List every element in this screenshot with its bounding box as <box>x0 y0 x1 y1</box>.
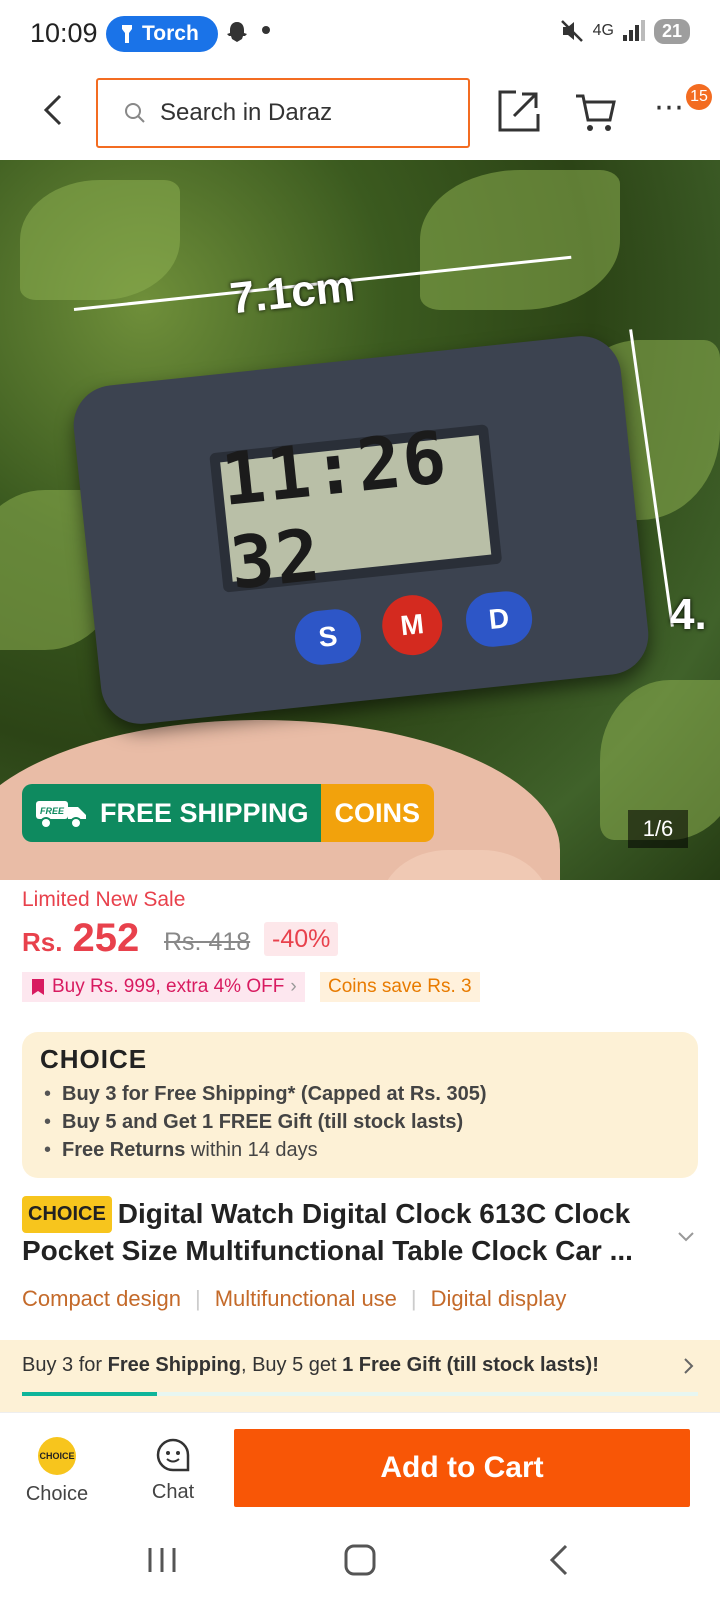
search-placeholder: Search in Daraz <box>160 99 333 126</box>
search-input[interactable]: Search in Daraz <box>96 78 470 148</box>
notification-dot <box>262 26 270 34</box>
current-price: Rs. 252 <box>22 916 139 961</box>
image-counter: 1/6 <box>628 810 688 848</box>
search-icon <box>125 103 145 123</box>
back-arrow-icon[interactable] <box>34 90 74 130</box>
coins-label: COINS <box>320 784 435 842</box>
voucher-text: Buy Rs. 999, extra 4% OFF <box>52 976 285 997</box>
clock-device: 11:26 32 S M D <box>69 332 653 728</box>
status-bar: 10:09 Torch 4G 21 <box>0 0 720 68</box>
recent-apps-icon[interactable] <box>142 1542 182 1578</box>
free-shipping-label: FREE SHIPPING <box>100 797 309 828</box>
discount-badge: -40% <box>264 922 339 956</box>
torch-pill[interactable]: Torch <box>106 16 218 52</box>
benefit-item: Buy 3 for Free Shipping* (Capped at Rs. … <box>40 1080 680 1108</box>
choice-logo: CHOICE <box>40 1044 148 1074</box>
chat-button[interactable]: Chat <box>130 1437 216 1504</box>
choice-button[interactable]: CHOICE Choice <box>14 1437 100 1506</box>
width-dimension-label: 7.1cm <box>227 261 357 324</box>
voucher-promo[interactable]: Buy Rs. 999, extra 4% OFF › <box>22 972 305 1002</box>
flashlight-icon <box>122 25 132 43</box>
sale-label: Limited New Sale <box>22 888 186 911</box>
choice-benefits-box[interactable]: CHOICE Buy 3 for Free Shipping* (Capped … <box>22 1032 698 1178</box>
add-to-cart-button[interactable]: Add to Cart <box>234 1429 690 1507</box>
home-icon[interactable] <box>340 1542 380 1578</box>
delivery-truck-icon: FREE <box>36 801 86 829</box>
currency-label: Rs. <box>22 927 63 957</box>
free-shipping-badge: FREE FREE SHIPPING COINS <box>22 784 435 842</box>
progress-fill <box>22 1392 158 1396</box>
status-time: 10:09 <box>30 18 98 48</box>
product-image-carousel[interactable]: 7.1cm 4. 11:26 32 S M D FREE FREE SHIPPI… <box>0 160 720 880</box>
system-nav-bar <box>0 1522 720 1600</box>
price-section: Limited New Sale Rs. 252 Rs. 418 -40% Bu… <box>0 880 720 1020</box>
product-title[interactable]: CHOICE Digital Watch Digital Clock 613C C… <box>22 1196 678 1268</box>
free-shipping-section: FREE FREE SHIPPING <box>22 784 321 842</box>
clock-button-m: M <box>379 592 446 659</box>
chevron-down-icon[interactable] <box>676 1226 696 1246</box>
banner-text: Buy 3 for Free Shipping, Buy 5 get 1 Fre… <box>22 1354 599 1376</box>
separator: | <box>410 1286 417 1311</box>
signal-icon <box>622 20 645 41</box>
mute-icon <box>560 20 583 42</box>
price-value: 252 <box>72 916 140 960</box>
status-right: 4G 21 <box>559 18 690 44</box>
chevron-right-icon <box>684 1358 694 1374</box>
more-badge: 15 <box>686 84 712 110</box>
separator: | <box>194 1286 201 1311</box>
cart-icon[interactable] <box>574 90 618 134</box>
system-back-icon[interactable] <box>540 1542 580 1578</box>
product-title-text: Digital Watch Digital Clock 613C Clock P… <box>22 1198 633 1266</box>
benefit-item: Buy 5 and Get 1 FREE Gift (till stock la… <box>40 1108 680 1136</box>
clock-button-s: S <box>292 606 364 668</box>
choice-tag: CHOICE <box>22 1196 112 1233</box>
torch-label: Torch <box>142 22 199 45</box>
feature-tag: Multifunctional use <box>214 1286 397 1311</box>
feature-tags: Compact design | Multifunctional use | D… <box>22 1286 566 1312</box>
leaf-decor <box>420 170 620 310</box>
coins-save-badge[interactable]: Coins save Rs. 3 <box>320 972 480 1002</box>
free-mini-label: FREE <box>40 806 65 816</box>
chat-icon <box>156 1438 190 1472</box>
chat-label: Chat <box>151 1481 195 1503</box>
height-dimension-label: 4. <box>670 590 707 639</box>
benefit-item: Free Returns within 14 days <box>40 1136 680 1164</box>
snapchat-icon <box>227 22 247 42</box>
share-icon[interactable] <box>496 88 542 134</box>
voucher-icon <box>32 979 44 995</box>
clock-button-d: D <box>463 588 535 650</box>
choice-benefits-list: Buy 3 for Free Shipping* (Capped at Rs. … <box>40 1080 680 1164</box>
choice-promo-banner[interactable]: Buy 3 for Free Shipping, Buy 5 get 1 Fre… <box>0 1340 720 1412</box>
clock-lcd-display: 11:26 32 <box>209 415 503 606</box>
chevron-right-icon: › <box>290 976 297 997</box>
leaf-decor <box>20 180 180 300</box>
choice-label: Choice <box>25 1483 89 1505</box>
feature-tag: Compact design <box>22 1286 181 1311</box>
feature-tag: Digital display <box>430 1286 567 1311</box>
network-label: 4G <box>592 22 614 39</box>
top-bar: Search in Daraz ⋯ 15 <box>0 68 720 160</box>
battery-level: 21 <box>653 18 690 44</box>
original-price: Rs. 418 <box>164 928 251 956</box>
bottom-action-bar: CHOICE Choice Chat Add to Cart <box>0 1412 720 1522</box>
choice-icon: CHOICE <box>38 1437 76 1475</box>
